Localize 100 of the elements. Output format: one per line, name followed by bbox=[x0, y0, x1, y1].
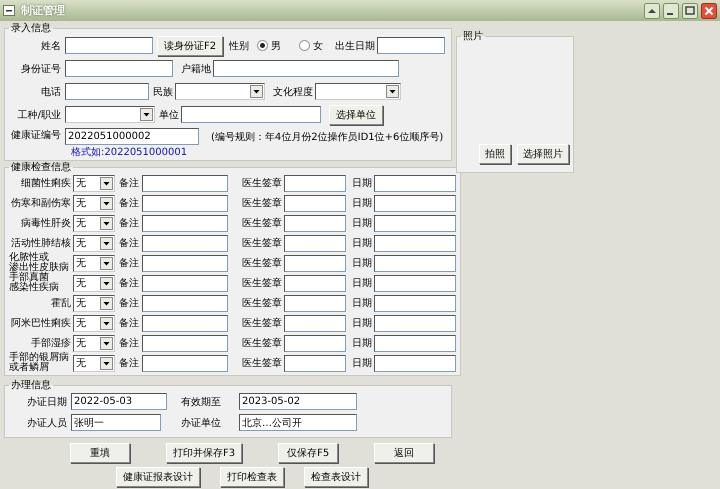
result-select[interactable]: 无 bbox=[73, 254, 115, 272]
remark-field[interactable] bbox=[142, 234, 228, 252]
result-select[interactable]: 无 bbox=[73, 194, 115, 212]
doctor-signature-field[interactable] bbox=[284, 294, 346, 312]
date-field[interactable] bbox=[374, 334, 456, 352]
issuer-field[interactable]: 张明一 bbox=[71, 414, 161, 431]
doctor-signature-field[interactable] bbox=[284, 194, 346, 212]
remark-field[interactable] bbox=[142, 174, 228, 192]
field-label: 日期 bbox=[352, 276, 372, 290]
doctor-signature-field[interactable] bbox=[284, 274, 346, 292]
date-field[interactable] bbox=[374, 294, 456, 312]
photo-button[interactable]: 拍照 bbox=[479, 144, 511, 164]
date-field[interactable] bbox=[374, 314, 456, 332]
date-field[interactable] bbox=[374, 194, 456, 212]
disease-label: 手部的银屑病 bbox=[9, 353, 69, 363]
caret-icon bbox=[250, 85, 263, 98]
field-label: 日期 bbox=[352, 256, 372, 270]
window-menu-icon[interactable] bbox=[3, 5, 15, 16]
date-field[interactable] bbox=[374, 254, 456, 272]
domicile-field[interactable] bbox=[213, 60, 399, 77]
doctor-signature-field[interactable] bbox=[284, 334, 346, 352]
result-select[interactable]: 无 bbox=[73, 354, 115, 372]
doctor-signature-field[interactable] bbox=[284, 314, 346, 332]
issue-date-field[interactable]: 2022-05-03 bbox=[71, 393, 167, 410]
result-select[interactable]: 无 bbox=[73, 294, 115, 312]
radio-label: 女 bbox=[313, 40, 324, 52]
read-id-button[interactable]: 读身份证F2 bbox=[157, 36, 224, 56]
disease-label: 细菌性痢疾 bbox=[20, 176, 71, 190]
disease-label: 活动性肺结核 bbox=[10, 236, 71, 250]
action-button[interactable]: 返回 bbox=[374, 443, 434, 463]
select-unit-button[interactable]: 选择单位 bbox=[329, 104, 383, 124]
remark-field[interactable] bbox=[142, 254, 228, 272]
remark-field[interactable] bbox=[142, 334, 228, 352]
remark-field[interactable] bbox=[142, 294, 228, 312]
ethnicity-select[interactable] bbox=[175, 83, 265, 100]
issuing-unit-field[interactable]: 北京…公司开 bbox=[239, 414, 357, 431]
photo-button[interactable]: 选择照片 bbox=[517, 144, 569, 164]
radio-button[interactable] bbox=[299, 40, 310, 51]
birth-date-field[interactable] bbox=[377, 37, 446, 54]
maximize-icon[interactable] bbox=[682, 2, 698, 18]
field-label: 医生签章 bbox=[242, 176, 282, 190]
result-select[interactable]: 无 bbox=[73, 214, 115, 232]
remark-field[interactable] bbox=[142, 274, 228, 292]
field-label: 单位 bbox=[159, 108, 179, 122]
date-field[interactable] bbox=[374, 214, 456, 232]
phone-field[interactable] bbox=[65, 83, 149, 100]
date-field[interactable] bbox=[374, 274, 456, 292]
date-field[interactable] bbox=[374, 234, 456, 252]
doctor-signature-field[interactable] bbox=[284, 214, 346, 232]
group-title: 录入信息 bbox=[10, 23, 52, 34]
result-select[interactable]: 无 bbox=[73, 174, 115, 192]
action-button[interactable]: 打印并保存F3 bbox=[166, 443, 242, 463]
date-field[interactable] bbox=[374, 174, 456, 192]
field-label: 电话 bbox=[40, 86, 61, 98]
action-button[interactable]: 健康证报表设计 bbox=[116, 467, 200, 487]
field-label: 姓名 bbox=[40, 40, 61, 52]
doctor-signature-field[interactable] bbox=[284, 254, 346, 272]
name-field[interactable] bbox=[65, 37, 153, 54]
id-number-field[interactable] bbox=[65, 60, 173, 77]
field-label: 性别 bbox=[229, 40, 250, 52]
caret-icon bbox=[100, 296, 113, 310]
radio-button[interactable] bbox=[257, 40, 268, 51]
caret-icon bbox=[386, 85, 399, 98]
minimize-icon[interactable] bbox=[663, 2, 679, 18]
action-button[interactable]: 重填 bbox=[70, 443, 130, 463]
remark-field[interactable] bbox=[142, 314, 228, 332]
field-label: 日期 bbox=[352, 336, 372, 350]
remark-field[interactable] bbox=[142, 214, 228, 232]
field-label: 日期 bbox=[352, 236, 372, 250]
doctor-signature-field[interactable] bbox=[284, 354, 346, 372]
field-label: 办证单位 bbox=[181, 416, 222, 430]
result-select[interactable]: 无 bbox=[73, 234, 115, 252]
cert-number-field[interactable]: 2022051000002 bbox=[65, 128, 199, 145]
date-field[interactable] bbox=[374, 354, 456, 372]
doctor-signature-field[interactable] bbox=[284, 174, 346, 192]
field-label: 户籍地 bbox=[181, 62, 211, 76]
occupation-select[interactable] bbox=[65, 106, 155, 123]
field-label: 日期 bbox=[352, 296, 372, 310]
unit-field[interactable] bbox=[181, 106, 321, 123]
caret-icon bbox=[100, 196, 113, 210]
field-label: 医生签章 bbox=[242, 316, 282, 330]
education-select[interactable] bbox=[315, 83, 401, 100]
action-button[interactable]: 仅保存F5 bbox=[278, 443, 338, 463]
field-label: 医生签章 bbox=[242, 236, 282, 250]
result-select[interactable]: 无 bbox=[73, 334, 115, 352]
disease-label: 手部湿疹 bbox=[30, 336, 71, 350]
remark-field[interactable] bbox=[142, 354, 228, 372]
close-icon[interactable] bbox=[701, 2, 717, 18]
action-button[interactable]: 检查表设计 bbox=[304, 467, 368, 487]
doctor-signature-field[interactable] bbox=[284, 234, 346, 252]
action-button[interactable]: 打印检查表 bbox=[220, 467, 284, 487]
field-label: 备注 bbox=[119, 256, 139, 270]
remark-field[interactable] bbox=[142, 194, 228, 212]
valid-until-field[interactable]: 2023-05-02 bbox=[239, 393, 357, 410]
field-label: 备注 bbox=[119, 176, 139, 190]
field-label: 办证日期 bbox=[26, 396, 67, 408]
result-select[interactable]: 无 bbox=[73, 314, 115, 332]
result-select[interactable]: 无 bbox=[73, 274, 115, 292]
restore-up-icon[interactable] bbox=[644, 2, 660, 18]
numbering-rule: (编号规则：年4位月份2位操作员ID1位+6位顺序号) bbox=[211, 130, 444, 144]
